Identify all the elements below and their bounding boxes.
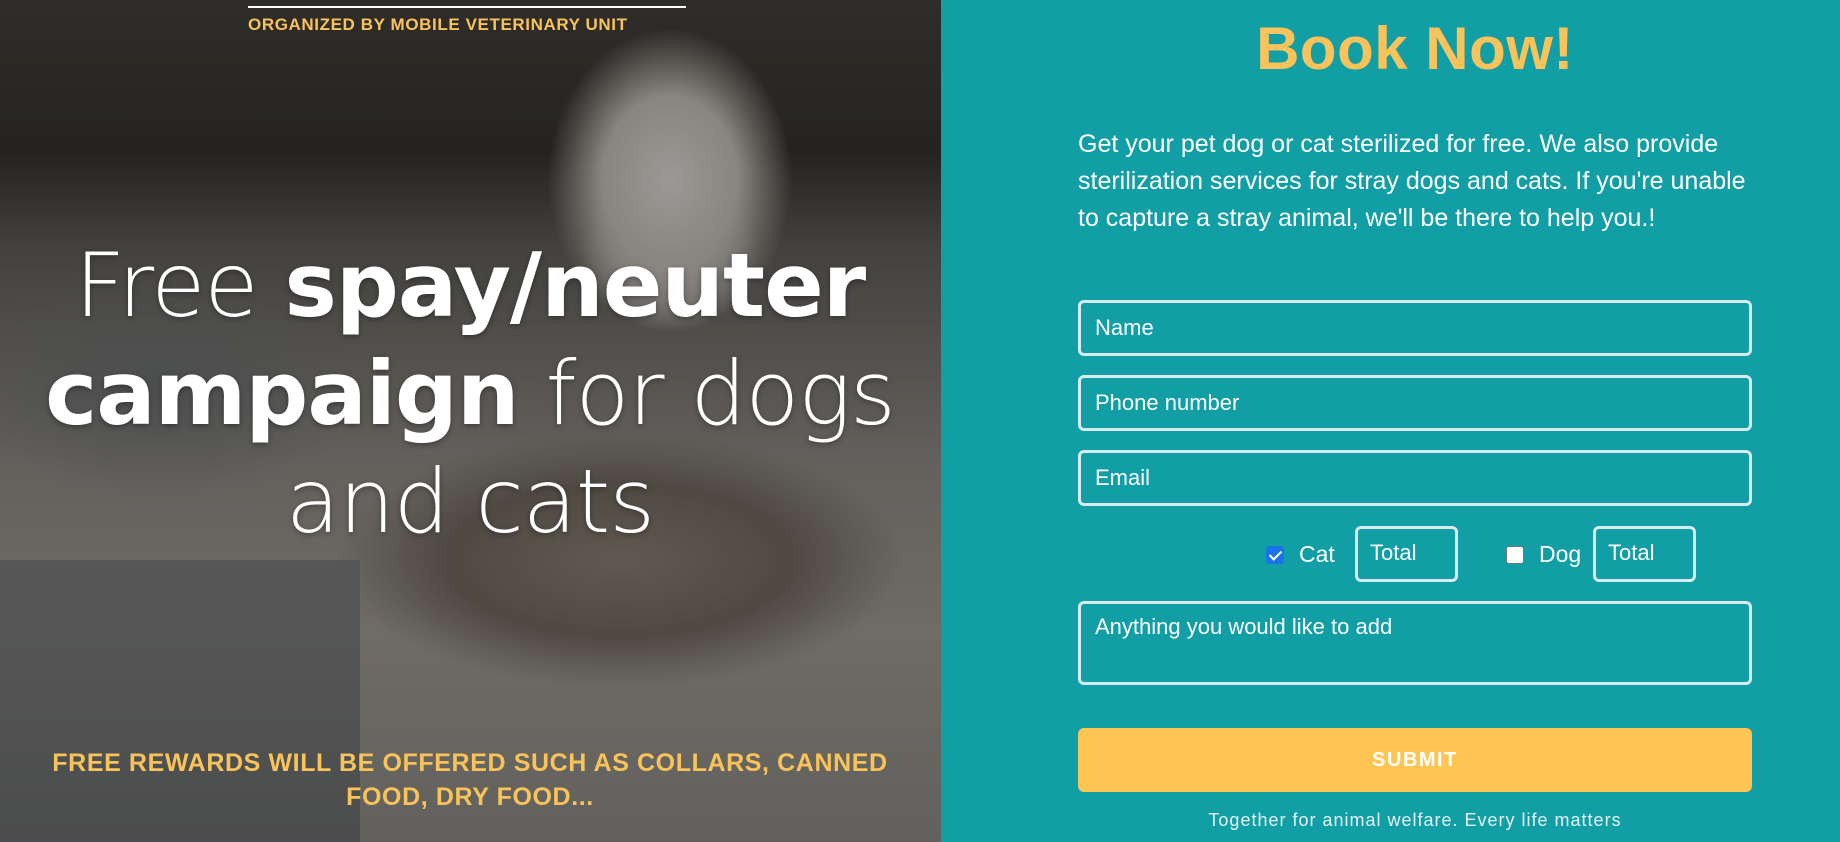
cat-label: Cat bbox=[1299, 541, 1335, 567]
name-input[interactable] bbox=[1078, 300, 1752, 356]
hero-section: ORGANIZED BY MOBILE VETERINARY UNIT Free… bbox=[0, 0, 941, 842]
rewards-text: FREE REWARDS WILL BE OFFERED SUCH AS COL… bbox=[52, 749, 888, 811]
dog-checkbox[interactable] bbox=[1506, 546, 1524, 564]
email-input[interactable] bbox=[1078, 450, 1752, 506]
submit-button[interactable]: SUBMIT bbox=[1078, 728, 1752, 792]
dog-label: Dog bbox=[1539, 541, 1582, 567]
headline-part-1: Free bbox=[74, 234, 285, 337]
dog-total-input[interactable]: Total bbox=[1593, 526, 1696, 582]
notes-textarea[interactable] bbox=[1078, 601, 1752, 685]
booking-intro: Get your pet dog or cat sterilized for f… bbox=[1078, 130, 1746, 232]
organizer-label: ORGANIZED BY MOBILE VETERINARY UNIT bbox=[248, 15, 628, 34]
phone-input[interactable] bbox=[1078, 375, 1752, 431]
hero-content: ORGANIZED BY MOBILE VETERINARY UNIT Free… bbox=[0, 0, 941, 842]
booking-page: ORGANIZED BY MOBILE VETERINARY UNIT Free… bbox=[0, 0, 1840, 842]
hero-headline: Free spay/neuter campaign for dogs and c… bbox=[30, 232, 910, 556]
booking-title: Book Now! bbox=[1256, 15, 1574, 82]
cat-checkbox[interactable] bbox=[1266, 546, 1284, 564]
cat-total-input[interactable]: Total bbox=[1355, 526, 1458, 582]
booking-panel: Book Now! Get your pet dog or cat steril… bbox=[941, 0, 1840, 842]
footer-tagline: Together for animal welfare. Every life … bbox=[1208, 810, 1622, 830]
pet-selection: Cat Total Dog Total bbox=[1078, 526, 1752, 582]
top-divider bbox=[248, 6, 686, 8]
